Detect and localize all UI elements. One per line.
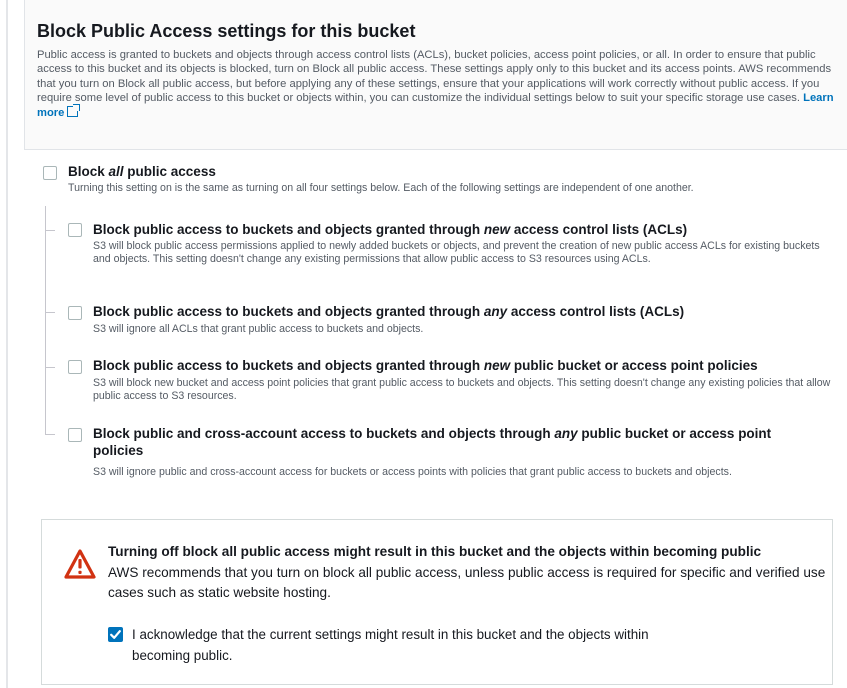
option-new-acls-checkbox[interactable] bbox=[68, 223, 82, 237]
block-all-label-pre: Block bbox=[68, 164, 109, 179]
warning-alert: Turning off block all public access migh… bbox=[41, 519, 833, 685]
option-new-policies-description: S3 will block new bucket and access poin… bbox=[93, 377, 831, 403]
tree-branch bbox=[45, 312, 55, 313]
left-divider bbox=[6, 0, 8, 688]
acknowledge-checkbox[interactable] bbox=[108, 627, 123, 642]
option-any-policies-label: Block public and cross-account access to… bbox=[93, 425, 813, 459]
acknowledge-label[interactable]: I acknowledge that the current settings … bbox=[132, 624, 692, 666]
option-new-acls-label: Block public access to buckets and objec… bbox=[93, 221, 833, 238]
warning-icon bbox=[64, 549, 96, 579]
option-any-acls-label: Block public access to buckets and objec… bbox=[93, 303, 833, 320]
option-label-post: access control lists (ACLs) bbox=[507, 304, 685, 319]
tree-connector bbox=[45, 206, 46, 434]
option-label-post: access control lists (ACLs) bbox=[510, 222, 688, 237]
option-label-em: new bbox=[483, 358, 511, 373]
checkmark-icon bbox=[110, 630, 121, 639]
page-title: Block Public Access settings for this bu… bbox=[37, 21, 416, 41]
option-new-policies-label: Block public access to buckets and objec… bbox=[93, 357, 833, 374]
warning-description: AWS recommends that you turn on block al… bbox=[108, 565, 826, 600]
tree-branch bbox=[45, 434, 55, 435]
external-link-icon[interactable] bbox=[67, 103, 81, 117]
tree-branch bbox=[45, 367, 55, 368]
block-all-label: Block all public access bbox=[68, 163, 828, 180]
panel-header: Block Public Access settings for this bu… bbox=[24, 0, 847, 150]
option-label-pre: Block public access to buckets and objec… bbox=[93, 358, 484, 373]
option-label-pre: Block public access to buckets and objec… bbox=[93, 304, 484, 319]
header-description: Public access is granted to buckets and … bbox=[37, 48, 835, 120]
option-new-policies-checkbox[interactable] bbox=[68, 360, 82, 374]
block-all-description: Turning this setting on is the same as t… bbox=[68, 182, 694, 194]
tree-branch bbox=[45, 230, 55, 231]
option-label-em: new bbox=[483, 222, 511, 237]
block-all-label-post: public access bbox=[123, 164, 216, 179]
block-all-checkbox[interactable] bbox=[43, 166, 57, 180]
option-any-policies-checkbox[interactable] bbox=[68, 428, 82, 442]
option-any-acls-checkbox[interactable] bbox=[68, 306, 82, 320]
option-any-acls-description: S3 will ignore all ACLs that grant publi… bbox=[93, 323, 424, 335]
option-label-pre: Block public access to buckets and objec… bbox=[93, 222, 484, 237]
header-description-text: Public access is granted to buckets and … bbox=[37, 49, 832, 105]
option-label-post: public bucket or access point policies bbox=[510, 358, 758, 373]
option-label-em: any bbox=[554, 426, 578, 441]
warning-title: Turning off block all public access migh… bbox=[108, 544, 762, 559]
option-label-pre: Block public and cross-account access to… bbox=[93, 426, 555, 441]
option-any-policies-description: S3 will ignore public and cross-account … bbox=[93, 466, 732, 478]
option-label-em: any bbox=[483, 304, 508, 319]
option-new-acls-description: S3 will block public access permissions … bbox=[93, 240, 820, 266]
block-all-label-em: all bbox=[108, 164, 124, 179]
